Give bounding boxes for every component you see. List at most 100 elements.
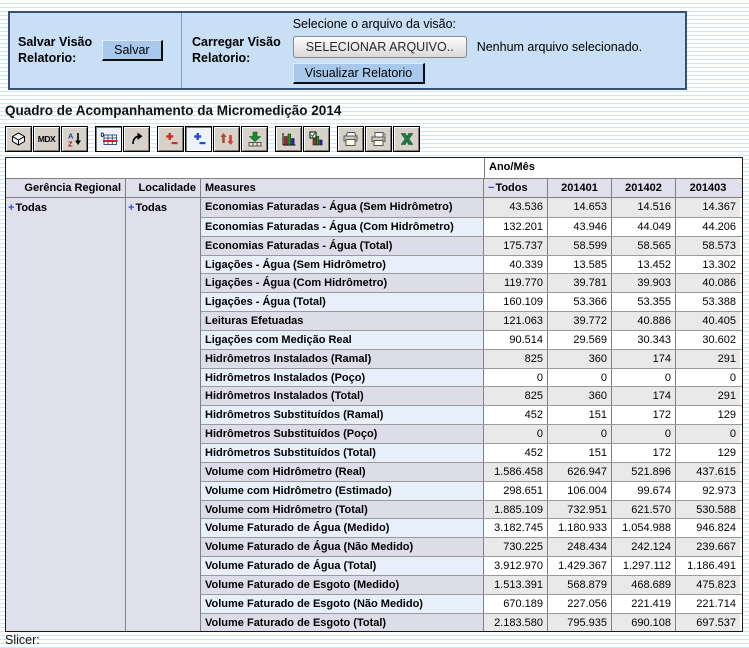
value-cell-201401: 53.366 (548, 293, 612, 311)
value-cell-201402: 53.355 (612, 293, 676, 311)
expand-icon[interactable]: + (128, 202, 134, 214)
value-cell-201401: 732.951 (548, 501, 612, 519)
report-view-panel: Salvar Visão Relatorio: Salvar Carregar … (8, 11, 687, 90)
table-row: Volume com Hidrômetro (Total) 1.885.109 … (201, 500, 742, 519)
measure-label: Economias Faturadas - Água (Total) (201, 237, 484, 255)
value-cell-201403: 475.823 (676, 576, 740, 594)
value-cell-201402: 39.903 (612, 274, 676, 292)
measures-header[interactable]: Measures (201, 179, 484, 197)
table-row: Ligações - Água (Total) 160.109 53.366 5… (201, 292, 742, 311)
gerencia-regional-cell[interactable]: +Todas (6, 198, 126, 631)
slicer-label: Slicer: (5, 633, 40, 647)
value-cell-201402: 58.565 (612, 237, 676, 255)
expand-collapse-red-icon[interactable] (157, 126, 184, 152)
value-cell-todos: 3.182.745 (484, 519, 548, 537)
field-header-row: Gerência Regional Localidade Measures −T… (6, 178, 742, 198)
corner-cell (6, 158, 484, 178)
bar-chart-icon[interactable] (275, 126, 302, 152)
value-cell-201403: 291 (676, 350, 740, 368)
measure-label: Volume Faturado de Esgoto (Não Medido) (201, 595, 484, 613)
value-cell-201403: 0 (676, 369, 740, 387)
value-cell-201403: 40.086 (676, 274, 740, 292)
print-preview-icon[interactable] (365, 126, 392, 152)
value-cell-todos: 825 (484, 387, 548, 405)
localidade-header[interactable]: Localidade (126, 179, 201, 197)
value-cell-201403: 44.206 (676, 218, 740, 236)
collapse-icon[interactable]: − (488, 182, 494, 194)
print-icon[interactable] (337, 126, 364, 152)
table-row: Ligações com Medição Real 90.514 29.569 … (201, 330, 742, 349)
value-cell-201403: 946.824 (676, 519, 740, 537)
table-row: Ligações - Água (Com Hidrômetro) 119.770… (201, 273, 742, 292)
mdx-label: MDX (38, 134, 55, 144)
value-cell-201403: 697.537 (676, 614, 740, 632)
value-cell-201402: 0 (612, 369, 676, 387)
save-button[interactable]: Salvar (102, 40, 162, 61)
measure-label: Ligações com Medição Real (201, 331, 484, 349)
excel-export-icon[interactable] (393, 126, 420, 152)
value-cell-201402: 174 (612, 387, 676, 405)
value-cell-201401: 227.056 (548, 595, 612, 613)
value-cell-201401: 14.653 (548, 198, 612, 217)
localidade-cell[interactable]: +Todas (126, 198, 201, 631)
table-body: +Todas +Todas Economias Faturadas - Água… (6, 198, 742, 631)
value-cell-201401: 43.946 (548, 218, 612, 236)
select-file-button[interactable]: SELECIONAR ARQUIVO.. (293, 36, 467, 58)
value-cell-201403: 530.588 (676, 501, 740, 519)
todos-column-header[interactable]: −Todos (484, 179, 548, 197)
measure-label: Ligações - Água (Com Hidrômetro) (201, 274, 484, 292)
drill-arrow-icon[interactable] (123, 126, 150, 152)
sort-az-icon[interactable]: AZ (61, 126, 88, 152)
table-row: Leituras Efetuadas 121.063 39.772 40.886… (201, 311, 742, 330)
month-column-header-201402[interactable]: 201402 (612, 179, 676, 197)
measure-label: Volume com Hidrômetro (Real) (201, 463, 484, 481)
expand-collapse-blue-icon[interactable] (185, 126, 212, 152)
value-cell-201401: 0 (548, 369, 612, 387)
value-cell-todos: 730.225 (484, 538, 548, 556)
chart-options-icon[interactable] (303, 126, 330, 152)
measure-label: Ligações - Água (Total) (201, 293, 484, 311)
value-cell-201403: 14.367 (676, 198, 740, 217)
value-cell-201403: 129 (676, 406, 740, 424)
value-cell-201402: 172 (612, 406, 676, 424)
suppress-empty-grid-icon[interactable]: 0 (95, 126, 122, 152)
month-column-header-201401[interactable]: 201401 (548, 179, 612, 197)
value-cell-201401: 568.879 (548, 576, 612, 594)
value-cell-todos: 452 (484, 406, 548, 424)
value-cell-todos: 452 (484, 444, 548, 462)
table-row: Hidrômetros Substituídos (Ramal) 452 151… (201, 405, 742, 424)
expand-icon[interactable]: + (8, 202, 14, 214)
value-cell-201402: 13.452 (612, 256, 676, 274)
move-up-down-icon[interactable] (213, 126, 240, 152)
table-row: Hidrômetros Instalados (Ramal) 825 360 1… (201, 349, 742, 368)
load-view-label: Carregar Visão Relatorio: (192, 35, 281, 66)
value-cell-todos: 1.513.391 (484, 576, 548, 594)
gerencia-regional-header[interactable]: Gerência Regional (6, 179, 126, 197)
view-report-button[interactable]: Visualizar Relatorio (293, 63, 425, 84)
value-cell-todos: 825 (484, 350, 548, 368)
table-row: Volume Faturado de Água (Total) 3.912.97… (201, 556, 742, 575)
measure-label: Hidrômetros Instalados (Total) (201, 387, 484, 405)
value-cell-todos: 670.189 (484, 595, 548, 613)
value-cell-201402: 690.108 (612, 614, 676, 632)
month-column-header-201403[interactable]: 201403 (676, 179, 740, 197)
value-cell-201401: 0 (548, 425, 612, 443)
measure-label: Economias Faturadas - Água (Com Hidrômet… (201, 218, 484, 236)
measure-label: Hidrômetros Instalados (Poço) (201, 369, 484, 387)
table-row: Ligações - Água (Sem Hidrômetro) 40.339 … (201, 255, 742, 274)
measure-label: Ligações - Água (Sem Hidrômetro) (201, 256, 484, 274)
cube-icon[interactable] (5, 126, 32, 152)
value-cell-201401: 29.569 (548, 331, 612, 349)
value-cell-201403: 129 (676, 444, 740, 462)
table-row: Volume Faturado de Água (Medido) 3.182.7… (201, 518, 742, 537)
value-cell-201402: 44.049 (612, 218, 676, 236)
value-cell-201402: 1.297.112 (612, 557, 676, 575)
value-cell-201401: 151 (548, 406, 612, 424)
measure-label: Volume Faturado de Esgoto (Medido) (201, 576, 484, 594)
column-dimension-header[interactable]: Ano/Mês (484, 158, 742, 178)
mdx-button[interactable]: MDX (33, 126, 60, 152)
table-row: Economias Faturadas - Água (Total) 175.7… (201, 236, 742, 255)
export-table-icon[interactable] (241, 126, 268, 152)
measure-label: Hidrômetros Substituídos (Total) (201, 444, 484, 462)
value-cell-todos: 121.063 (484, 312, 548, 330)
